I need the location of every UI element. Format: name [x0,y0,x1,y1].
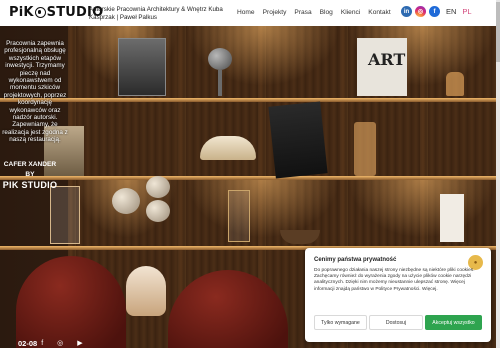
site-header: PiK STUDIO Autorskie Pracownia Architekt… [0,0,500,26]
scrollbar-thumb[interactable] [496,2,500,62]
footer-strip: 02-08 f ◎ ▶ [0,338,110,348]
hat-sculpture [200,136,256,160]
cookie-accept-all-button[interactable]: Akceptuj wszystko [425,315,482,330]
shelf-light [348,178,496,238]
shelf-board [0,98,496,102]
amber-vase [446,72,464,96]
nav-prasa[interactable]: Prasa [294,9,311,16]
sphere-sculpture [112,188,140,214]
nav-klienci[interactable]: Klienci [341,9,360,16]
instagram-icon[interactable]: ◎ [57,339,63,347]
hero-description: Pracownia zapewnia profesjonalną obsługę… [2,40,68,144]
credit-line-3: PIK STUDIO [2,180,58,190]
cookie-required-only-button[interactable]: Tylko wymagane [314,315,367,330]
cookie-consent-dialog: Cenimy państwa prywatność ● Do poprawneg… [305,248,491,342]
page-scrollbar[interactable] [496,0,500,348]
lang-pl[interactable]: PL [462,7,471,16]
youtube-icon[interactable]: ▶ [77,339,82,347]
credit-line-1: CAFER XANDER [3,161,57,168]
logo-eye-icon [34,7,46,18]
nav-projekty[interactable]: Projekty [263,9,287,16]
site-tagline: Autorskie Pracownia Architektury & Wnętr… [89,6,223,21]
logo-text-left: PiK [9,5,34,20]
cookie-body: Do poprawnego działania naszej strony ni… [314,268,475,292]
nav-home[interactable]: Home [237,9,255,16]
main-nav: Home Projekty Prasa Blog Klienci Kontakt [237,9,399,16]
shelf-light [186,178,340,238]
nav-kontakt[interactable]: Kontakt [368,9,390,16]
facebook-icon[interactable]: f [41,340,43,347]
globe-stand [218,70,222,96]
lantern [50,186,80,244]
sphere-sculpture [146,200,170,222]
book-stack [118,38,166,96]
shelf-board [0,176,496,180]
ceramic-vase [126,266,166,316]
social-links: in ◎ f EN PL [401,6,472,17]
art-book-cover: ART [368,50,406,69]
footer-year: 02-08 [18,338,38,348]
sphere-sculpture [146,176,170,198]
linkedin-icon[interactable]: in [401,6,412,17]
nav-blog[interactable]: Blog [320,9,333,16]
credit-line-2: BY [25,171,35,178]
lang-en[interactable]: EN [446,7,456,16]
cookie-title: Cenimy państwa prywatność [314,257,397,263]
glass-jar [354,122,376,176]
cookie-customize-button[interactable]: Dostosuj [369,315,423,330]
facebook-icon[interactable]: f [429,6,440,17]
glass-lantern [228,190,250,242]
hero-credit: CAFER XANDER BY PIK STUDIO [0,160,60,190]
instagram-icon[interactable]: ◎ [415,6,426,17]
photo-book [268,101,328,179]
white-box [440,194,464,242]
globe-sculpture [208,48,232,70]
